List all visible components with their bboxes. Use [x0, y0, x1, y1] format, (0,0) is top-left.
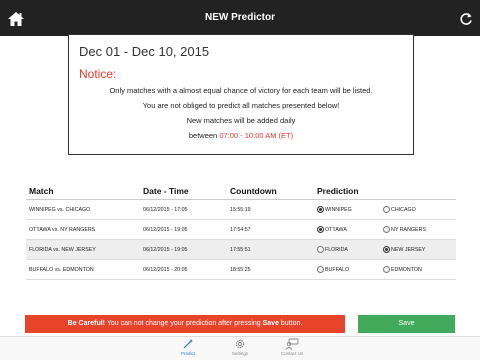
header-countdown: Countdown — [230, 186, 277, 196]
prediction-radio-team1[interactable]: BUFFALO — [317, 266, 349, 273]
tab-bar: Predict Settings Contact Us — [0, 336, 480, 360]
notice-line-1: Only matches with a almost equal chance … — [109, 86, 373, 95]
radio-label: FLORIDA — [325, 246, 348, 253]
radio-label: BUFFALO — [325, 266, 350, 273]
radio-label: NY RANGERS — [391, 226, 426, 233]
countdown-cell: 17:55:51 — [230, 247, 251, 253]
table-row: OTTAWA vs. NY RANGERS 06/12/2015 - 19:05… — [26, 220, 456, 240]
radio-dot — [383, 266, 390, 273]
radio-label: NEW JERSEY — [391, 246, 426, 253]
radio-label: EDMONTON — [391, 266, 422, 273]
table-row: FLORIDA vs. NEW JERSEY 06/12/2015 - 19:0… — [26, 240, 456, 260]
radio-label: CHICAGO — [391, 206, 416, 213]
tab-predict[interactable]: Predict — [168, 338, 208, 360]
match-cell: FLORIDA vs. NEW JERSEY — [29, 247, 96, 253]
wand-icon — [183, 339, 193, 349]
datetime-cell: 06/12/2015 - 19:05 — [143, 247, 188, 253]
prediction-radio-team2[interactable]: CHICAGO — [383, 206, 416, 213]
gear-icon — [235, 339, 245, 349]
header-prediction: Prediction — [317, 186, 359, 196]
match-cell: OTTAWA vs. NY RANGERS — [29, 227, 96, 233]
warning-end: button. — [278, 320, 303, 327]
radio-dot — [317, 246, 324, 253]
warning-banner: Be Careful! You can not change your pred… — [25, 315, 345, 333]
countdown-cell: 18:55:25 — [230, 267, 251, 273]
notice-line-4: between 07:00 - 10:00 AM (ET) — [69, 131, 413, 140]
date-range: Dec 01 - Dec 10, 2015 — [79, 44, 210, 59]
tab-settings[interactable]: Settings — [220, 338, 260, 360]
prediction-radio-team2[interactable]: NY RANGERS — [383, 226, 426, 233]
notice-line-2: You are not obliged to predict all match… — [142, 101, 340, 110]
notice-panel: Dec 01 - Dec 10, 2015 Notice: Only match… — [68, 34, 414, 155]
prediction-radio-team2[interactable]: EDMONTON — [383, 266, 422, 273]
refresh-button[interactable] — [458, 11, 474, 27]
datetime-cell: 06/12/2015 - 17:05 — [143, 207, 188, 213]
tab-contact-us[interactable]: Contact Us — [272, 338, 312, 360]
refresh-icon — [460, 13, 472, 25]
radio-dot — [383, 246, 390, 253]
radio-dot — [317, 206, 324, 213]
prediction-radio-team1[interactable]: WINNIPEG — [317, 206, 352, 213]
datetime-cell: 06/12/2015 - 20:05 — [143, 267, 188, 273]
save-button[interactable]: Save — [358, 315, 455, 333]
tab-label: Contact Us — [280, 351, 304, 356]
radio-label: WINNIPEG — [325, 206, 352, 213]
warning-text: You can not change your prediction after… — [105, 320, 263, 327]
warning-bold: Be Careful! — [67, 320, 105, 327]
notice-line-3: New matches will be added daily — [186, 116, 296, 125]
match-cell: BUFFALO vs. EDMONTON — [29, 267, 94, 273]
datetime-cell: 06/12/2015 - 19:05 — [143, 227, 188, 233]
table-header: Match Date - Time Countdown Prediction — [26, 184, 456, 200]
table-row: BUFFALO vs. EDMONTON 06/12/2015 - 20:05 … — [26, 260, 456, 280]
warning-save-word: Save — [262, 320, 279, 327]
radio-dot — [383, 206, 390, 213]
tab-label: Settings — [231, 351, 249, 356]
tab-label: Predict — [180, 351, 195, 356]
top-bar: NEW Predictor — [0, 0, 480, 36]
notice-time-window: 07:00 - 10:00 AM (ET) — [219, 131, 294, 140]
app-title: NEW Predictor — [204, 12, 275, 23]
radio-dot — [383, 226, 390, 233]
radio-dot — [317, 226, 324, 233]
table-row: WINNIPEG vs. CHICAGO 06/12/2015 - 17:05 … — [26, 200, 456, 220]
header-match: Match — [29, 186, 54, 196]
radio-dot — [317, 266, 324, 273]
radio-label: OTTAWA — [325, 226, 347, 233]
header-datetime: Date - Time — [143, 186, 189, 196]
notice-heading: Notice: — [79, 67, 117, 81]
contact-icon — [285, 338, 299, 350]
prediction-radio-team1[interactable]: FLORIDA — [317, 246, 348, 253]
prediction-radio-team2[interactable]: NEW JERSEY — [383, 246, 425, 253]
notice-time-prefix: between — [188, 131, 220, 140]
countdown-cell: 15:55:19 — [230, 207, 251, 213]
countdown-cell: 17:54:57 — [230, 227, 251, 233]
match-cell: WINNIPEG vs. CHICAGO — [29, 207, 91, 213]
prediction-radio-team1[interactable]: OTTAWA — [317, 226, 347, 233]
matches-table: Match Date - Time Countdown Prediction W… — [26, 184, 456, 280]
